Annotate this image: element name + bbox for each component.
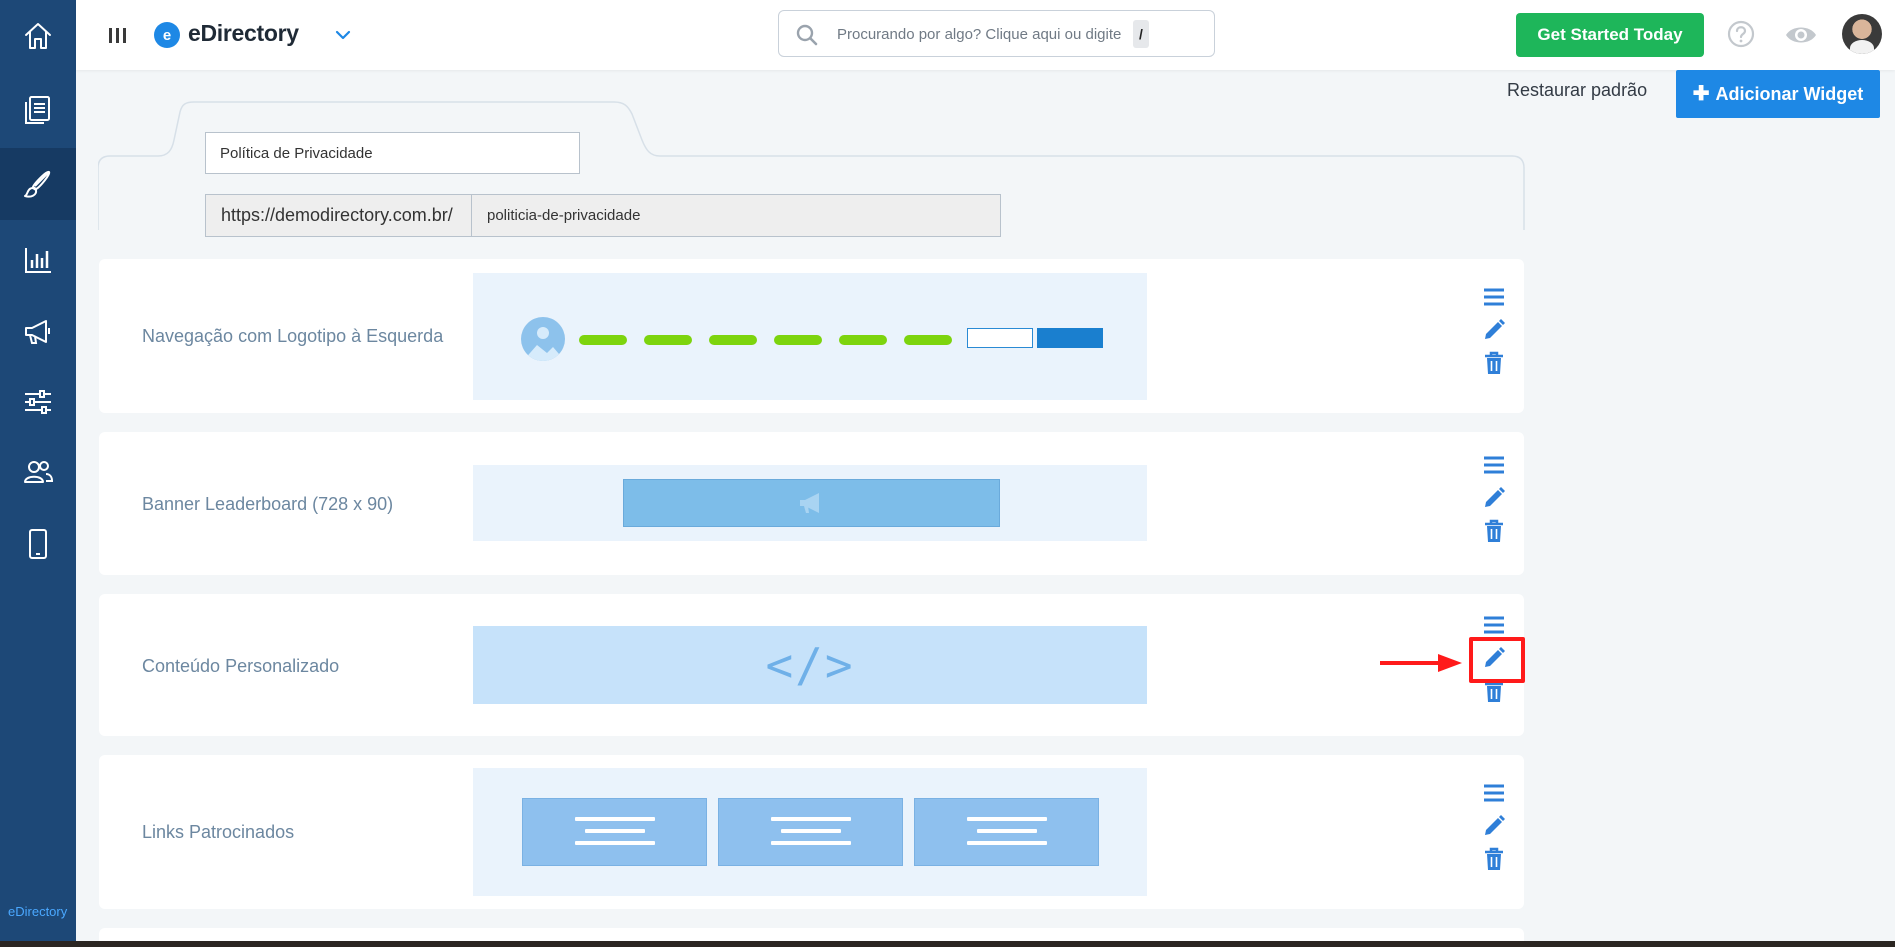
drag-handle-button[interactable]: [1479, 282, 1509, 312]
chevron-down-icon[interactable]: [332, 24, 354, 46]
sidebar-item-home[interactable]: [0, 0, 76, 72]
sidebar-item-users[interactable]: [0, 436, 76, 508]
trash-icon: [1485, 519, 1503, 542]
delete-widget-button[interactable]: [1479, 516, 1509, 546]
sidebar-item-promote[interactable]: [0, 296, 76, 368]
nav-link-placeholder: [774, 335, 822, 345]
brand-name[interactable]: eDirectory: [188, 20, 299, 47]
menu-toggle-button[interactable]: [106, 22, 128, 48]
annotation-highlight-box: [1469, 637, 1525, 683]
add-widget-label: Adicionar Widget: [1715, 83, 1864, 104]
widget-label: Links Patrocinados: [142, 822, 295, 842]
plus-icon: ✚: [1692, 83, 1710, 105]
edit-widget-button[interactable]: [1479, 483, 1509, 513]
widget-card-banner: Banner Leaderboard (728 x 90): [99, 432, 1524, 575]
pages-icon: [25, 96, 50, 124]
user-avatar[interactable]: [1842, 14, 1882, 54]
pencil-icon: [1485, 487, 1505, 507]
restore-default-button[interactable]: Restaurar padrão: [1507, 80, 1647, 101]
trash-icon: [1485, 351, 1503, 374]
nav-link-placeholder: [904, 335, 952, 345]
annotation-arrow: [1380, 654, 1462, 672]
home-icon: [25, 23, 51, 49]
search-shortcut-key: /: [1133, 20, 1149, 48]
pencil-icon: [1485, 319, 1505, 339]
widget-preview-navigation: [473, 273, 1147, 400]
widget-card-navigation: Navegação com Logotipo à Esquerda: [99, 259, 1524, 413]
widget-actions: [1479, 450, 1509, 542]
search-icon: [796, 24, 818, 46]
sliders-icon: [25, 390, 51, 414]
widget-actions: [1479, 282, 1509, 374]
sidebar-item-mobile[interactable]: [0, 508, 76, 580]
banner-placeholder: [623, 479, 1000, 527]
delete-widget-button[interactable]: [1479, 348, 1509, 378]
delete-widget-button[interactable]: [1479, 844, 1509, 874]
top-header: e eDirectory / Get Started Today: [76, 0, 1895, 70]
sidebar-brand-footer[interactable]: eDirectory: [8, 904, 67, 919]
sidebar-item-design[interactable]: [0, 148, 76, 220]
brand-logo-icon[interactable]: e: [154, 22, 180, 48]
edit-widget-button[interactable]: [1479, 811, 1509, 841]
code-icon: </>: [765, 638, 855, 692]
hamburger-icon: [1484, 616, 1504, 634]
global-search[interactable]: /: [778, 10, 1215, 57]
search-input[interactable]: [837, 21, 1127, 47]
window-bottom-edge: [0, 941, 1895, 947]
nav-link-placeholder: [579, 335, 627, 345]
hamburger-icon: [1484, 456, 1504, 474]
preview-eye-icon[interactable]: [1784, 20, 1818, 50]
widget-preview-banner: [473, 465, 1147, 541]
chart-icon: [25, 248, 51, 273]
widget-preview-sponsored-links: [473, 768, 1147, 896]
page-url-field: https://demodirectory.com.br/: [205, 194, 1001, 237]
sidebar-item-reports[interactable]: [0, 224, 76, 296]
sponsored-link-placeholder: [522, 798, 707, 866]
mobile-icon: [29, 529, 47, 559]
widget-label: Conteúdo Personalizado: [142, 656, 340, 676]
drag-handle-button[interactable]: [1479, 778, 1509, 808]
sponsored-link-placeholder: [914, 798, 1099, 866]
brush-icon: [24, 170, 51, 198]
url-slug-input[interactable]: [472, 195, 1000, 236]
pencil-icon: [1485, 815, 1505, 835]
nav-outline-button-placeholder: [967, 328, 1033, 348]
drag-handle-button[interactable]: [1479, 610, 1509, 640]
add-widget-button[interactable]: ✚ Adicionar Widget: [1676, 70, 1880, 118]
widget-label: Banner Leaderboard (728 x 90): [142, 494, 394, 514]
widget-label: Navegação com Logotipo à Esquerda: [142, 326, 444, 346]
widget-card-custom-content: Conteúdo Personalizado </>: [99, 594, 1524, 736]
nav-link-placeholder: [839, 335, 887, 345]
nav-solid-button-placeholder: [1037, 328, 1103, 348]
edit-widget-button[interactable]: [1479, 315, 1509, 345]
drag-handle-button[interactable]: [1479, 450, 1509, 480]
hamburger-icon: [1484, 784, 1504, 802]
url-prefix: https://demodirectory.com.br/: [206, 195, 472, 236]
megaphone-icon: [25, 320, 50, 344]
megaphone-icon: [799, 493, 819, 513]
sidebar-item-settings[interactable]: [0, 366, 76, 438]
trash-icon: [1485, 847, 1503, 870]
sponsored-link-placeholder: [718, 798, 903, 866]
widget-card-sponsored-links: Links Patrocinados: [99, 755, 1524, 909]
hamburger-icon: [1484, 288, 1504, 306]
get-started-button[interactable]: Get Started Today: [1516, 13, 1704, 57]
sidebar: eDirectory: [0, 0, 76, 947]
image-placeholder-icon: [521, 317, 565, 361]
help-icon[interactable]: [1726, 19, 1756, 49]
widget-actions: [1479, 778, 1509, 870]
users-icon: [24, 461, 54, 483]
nav-link-placeholder: [644, 335, 692, 345]
widget-preview-custom-content: </>: [473, 626, 1147, 704]
page-title-input[interactable]: [205, 132, 580, 174]
sidebar-item-pages[interactable]: [0, 73, 76, 145]
nav-link-placeholder: [709, 335, 757, 345]
